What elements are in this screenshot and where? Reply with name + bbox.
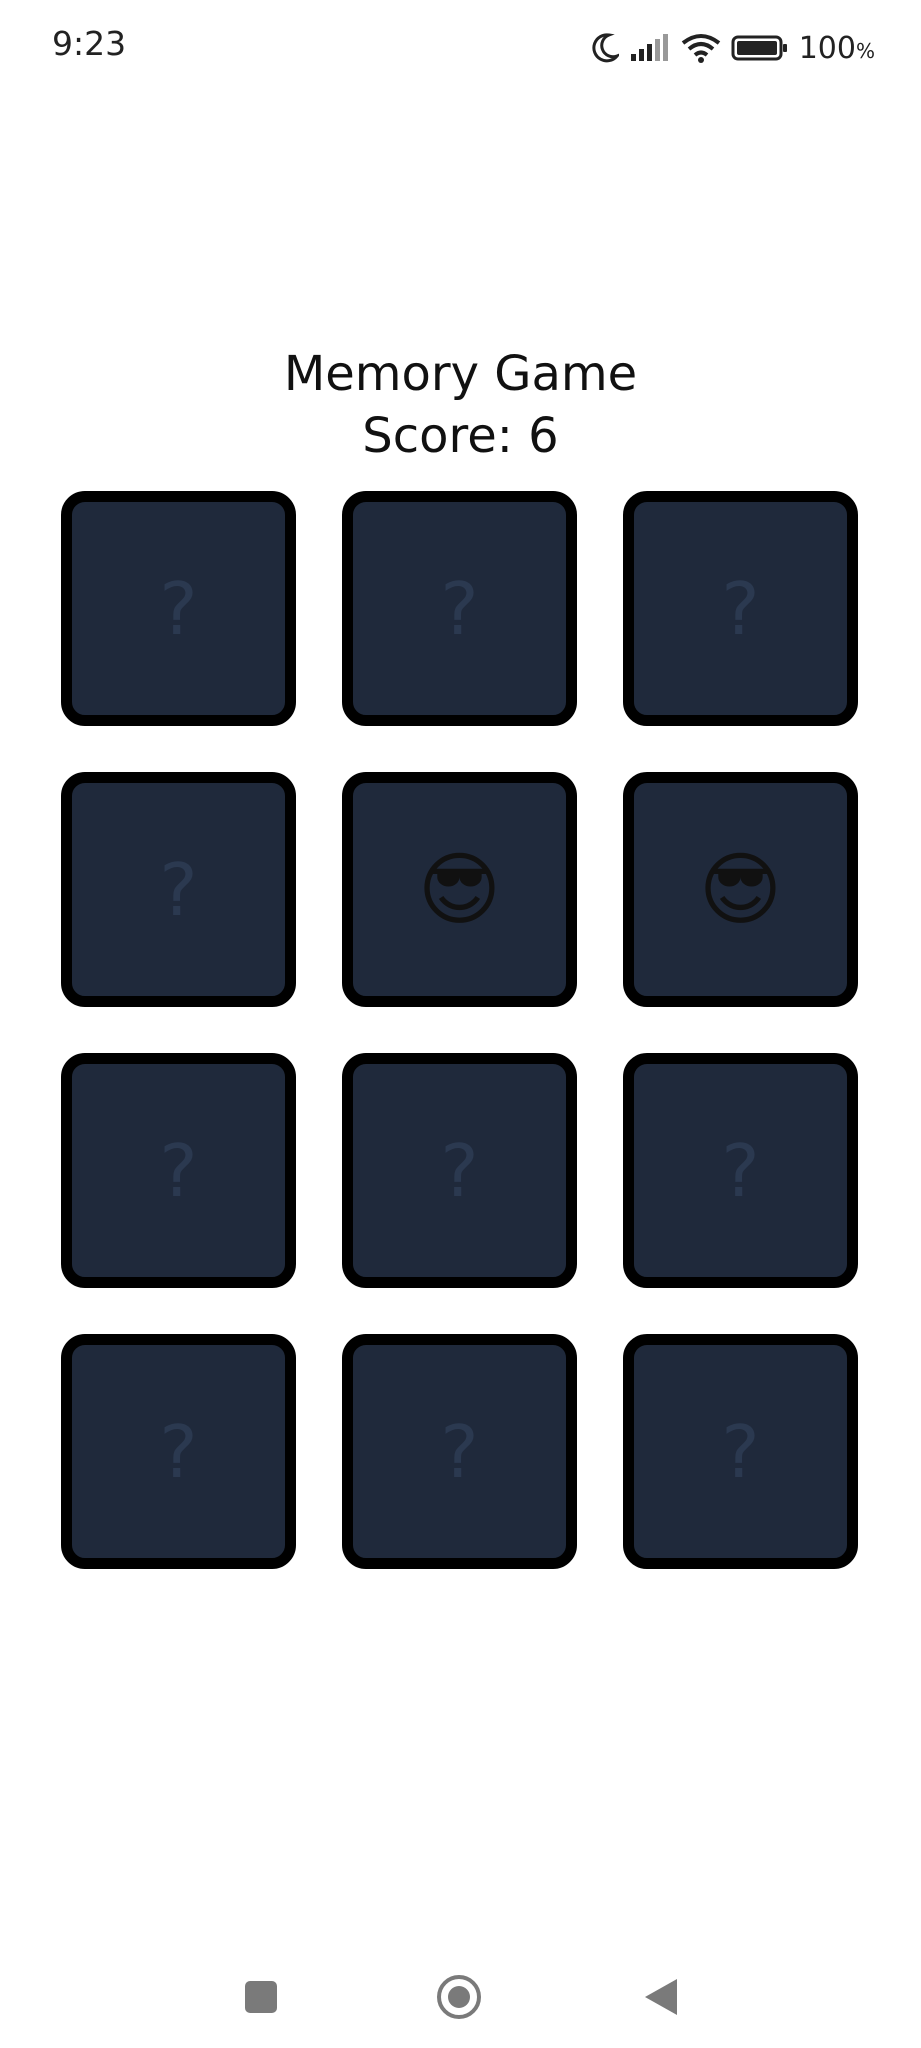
question-mark-icon: ? [159, 1409, 198, 1494]
card-hidden[interactable]: ? [623, 1053, 858, 1288]
card-hidden[interactable]: ? [342, 491, 577, 726]
card-revealed[interactable]: 😎 [623, 772, 858, 1007]
battery-percent: 100% [799, 31, 875, 66]
question-mark-icon: ? [440, 566, 479, 651]
battery-percent-value: 100 [798, 30, 856, 66]
question-mark-icon: ? [721, 1128, 760, 1213]
card-grid: ???? 😎 😎?????? [61, 491, 861, 1569]
back-button[interactable] [636, 1972, 686, 2022]
question-mark-icon: ? [159, 566, 198, 651]
back-triangle-icon [645, 1979, 677, 2015]
status-bar: 9:23 100% [0, 0, 921, 96]
question-mark-icon: ? [721, 566, 760, 651]
status-icons: 100% [589, 28, 875, 68]
card-hidden[interactable]: ? [61, 1053, 296, 1288]
sunglasses-emoji: 😎 [417, 843, 502, 936]
battery-percent-unit: % [855, 38, 875, 63]
card-hidden[interactable]: ? [623, 491, 858, 726]
recents-square-icon [245, 1981, 277, 2013]
question-mark-icon: ? [721, 1409, 760, 1494]
battery-icon [731, 34, 789, 62]
wifi-icon [681, 33, 721, 63]
home-button[interactable] [434, 1972, 484, 2022]
moon-icon [589, 32, 619, 64]
question-mark-icon: ? [159, 847, 198, 932]
status-time: 9:23 [52, 24, 127, 63]
game-title: Memory Game [283, 346, 638, 402]
system-nav-bar [0, 1950, 921, 2040]
score-label: Score: 6 [362, 408, 559, 464]
sunglasses-emoji: 😎 [698, 843, 783, 936]
card-hidden[interactable]: ? [342, 1334, 577, 1569]
question-mark-icon: ? [440, 1128, 479, 1213]
card-hidden[interactable]: ? [61, 1334, 296, 1569]
question-mark-icon: ? [440, 1409, 479, 1494]
card-hidden[interactable]: ? [623, 1334, 858, 1569]
card-hidden[interactable]: ? [342, 1053, 577, 1288]
card-revealed[interactable]: 😎 [342, 772, 577, 1007]
question-mark-icon: ? [159, 1128, 198, 1213]
card-hidden[interactable]: ? [61, 491, 296, 726]
signal-icon [629, 34, 671, 62]
home-circle-icon [437, 1975, 481, 2019]
card-hidden[interactable]: ? [61, 772, 296, 1007]
recents-button[interactable] [236, 1972, 286, 2022]
